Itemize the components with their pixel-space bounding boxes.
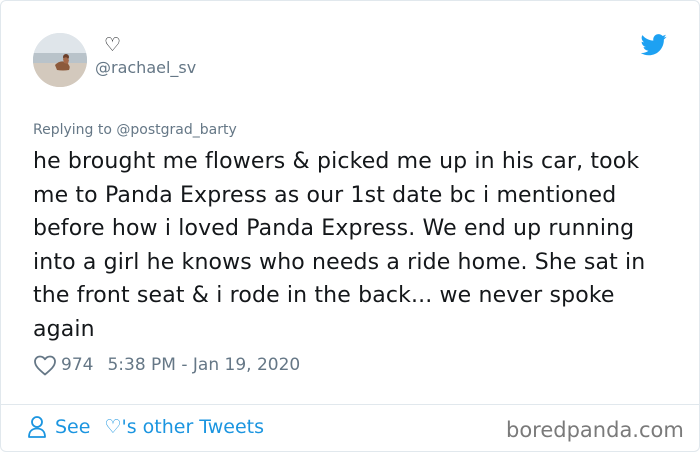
avatar[interactable] bbox=[33, 33, 87, 87]
divider bbox=[1, 404, 699, 405]
like-count: 974 bbox=[61, 355, 94, 375]
timestamp[interactable]: 5:38 PM - Jan 19, 2020 bbox=[107, 355, 300, 375]
profile-photo bbox=[33, 33, 87, 87]
see-label: See bbox=[55, 416, 91, 438]
author-handle[interactable]: @rachael_sv bbox=[95, 58, 196, 78]
replying-to: Replying to @postgrad_barty bbox=[33, 121, 237, 139]
tweet-card: ♡ @rachael_sv Replying to @postgrad_bart… bbox=[0, 0, 700, 452]
replying-to-prefix: Replying to bbox=[33, 122, 112, 138]
tweet-meta: 974 5:38 PM - Jan 19, 2020 bbox=[33, 352, 300, 378]
watermark: boredpanda.com bbox=[506, 418, 684, 442]
tweet-text: he brought me flowers & picked me up in … bbox=[33, 149, 646, 342]
see-other-tweets-link[interactable]: See ♡'s other Tweets bbox=[27, 415, 264, 439]
heart-icon bbox=[34, 355, 56, 376]
person-icon bbox=[28, 416, 46, 438]
twitter-bird-icon[interactable] bbox=[641, 34, 667, 56]
like-button[interactable]: 974 bbox=[33, 354, 107, 376]
display-name[interactable]: ♡ bbox=[104, 34, 121, 56]
replying-to-mention[interactable]: @postgrad_barty bbox=[116, 122, 236, 138]
other-tweets-label: ♡'s other Tweets bbox=[104, 416, 265, 438]
